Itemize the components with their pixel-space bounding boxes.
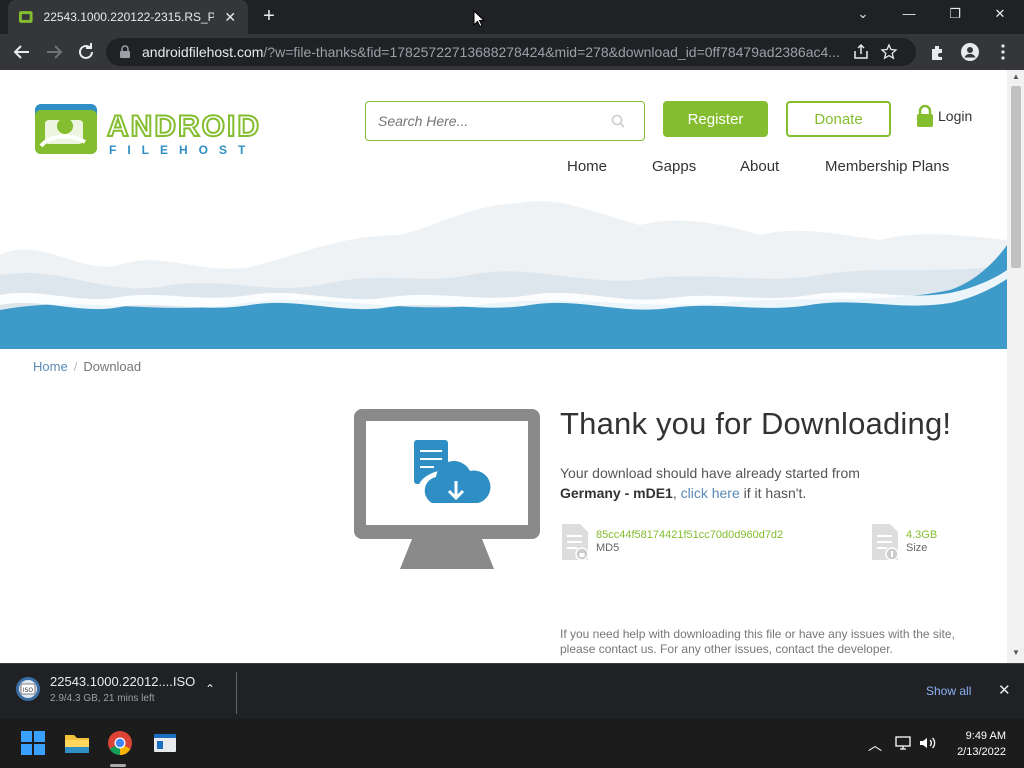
login-label: Login (938, 108, 973, 124)
tray-overflow-chevron-icon[interactable]: ︿ (868, 735, 882, 755)
browser-menu-icon[interactable] (993, 42, 1013, 62)
scrollbar-thumb[interactable] (1011, 86, 1021, 268)
md5-value: 85cc44f58174421f51cc70d0d960d7d2 (596, 529, 784, 541)
click-here-link[interactable]: click here (681, 485, 740, 501)
bookmark-star-icon[interactable] (880, 43, 898, 61)
padlock-icon (917, 104, 933, 127)
breadcrumb-separator: / (73, 359, 78, 374)
cloud-wave-banner (0, 195, 1007, 349)
mirror-location: Germany - mDE1 (560, 485, 673, 501)
forward-icon[interactable] (42, 40, 66, 64)
svg-text:ISO: ISO (23, 687, 34, 694)
nav-home[interactable]: Home (567, 158, 607, 175)
extensions-icon[interactable] (928, 42, 948, 62)
md5-label: MD5 (596, 542, 620, 554)
browser-toolbar: androidfilehost.com/?w=file-thanks&fid=1… (0, 34, 1024, 70)
chrome-active-indicator (110, 764, 126, 767)
url-host: androidfilehost.com (142, 44, 264, 60)
profile-avatar-icon[interactable] (960, 42, 980, 62)
clock-time: 9:49 AM (965, 730, 1006, 742)
size-label: Size (906, 542, 928, 554)
shelf-divider (236, 672, 237, 714)
tab-close-icon[interactable]: ✕ (222, 9, 238, 26)
restore-icon[interactable]: ❐ (940, 6, 970, 22)
url-path: /?w=file-thanks&fid=17825722713688278424… (263, 44, 840, 60)
size-info: 4.3GB Size (870, 522, 937, 562)
file-explorer-icon[interactable] (63, 729, 91, 757)
minimize-icon[interactable]: — (894, 6, 924, 21)
download-options-chevron-icon[interactable]: ⌃ (205, 682, 215, 696)
show-all-downloads-link[interactable]: Show all (926, 684, 971, 698)
page-viewport: ANDROID FILEHOST Register Donate Login H… (0, 70, 1024, 663)
url-text[interactable]: androidfilehost.com/?w=file-thanks&fid=1… (142, 44, 842, 60)
nav-membership-plans[interactable]: Membership Plans (825, 158, 949, 175)
clock-date: 2/13/2022 (957, 746, 1006, 758)
page-scrollbar[interactable]: ▲ ▼ (1007, 70, 1024, 663)
back-icon[interactable] (10, 40, 34, 64)
windows-start-icon[interactable] (19, 729, 47, 757)
nav-gapps[interactable]: Gapps (652, 158, 696, 175)
register-button[interactable]: Register (663, 101, 768, 137)
breadcrumb-current: Download (83, 359, 142, 374)
download-item[interactable]: ISO 22543.1000.22012....ISO 2.9/4.3 GB, … (14, 674, 195, 704)
site-search[interactable] (365, 101, 645, 141)
windows-taskbar: ︿ 9:49 AM 2/13/2022 (0, 719, 1024, 768)
tab-title: 22543.1000.220122-2315.RS_PRE (43, 10, 215, 24)
search-icon[interactable] (610, 113, 626, 129)
taskbar-clock[interactable]: 9:49 AM 2/13/2022 (944, 728, 1006, 760)
androidfilehost-logo[interactable]: ANDROID FILEHOST (33, 100, 293, 160)
if-hasnt-text: if it hasn't. (743, 485, 807, 501)
md5-info: 85cc44f58174421f51cc70d0d960d7d2 MD5 (560, 522, 783, 562)
size-value: 4.3GB (906, 529, 938, 541)
breadcrumb: Home / Download (33, 359, 141, 374)
mouse-pointer-icon (473, 10, 485, 28)
help-text: If you need help with downloading this f… (560, 627, 955, 656)
volume-icon[interactable] (918, 735, 938, 751)
nav-about[interactable]: About (740, 158, 779, 175)
breadcrumb-home[interactable]: Home (33, 359, 68, 374)
new-tab-button[interactable]: + (258, 6, 280, 28)
scroll-down-arrow-icon[interactable]: ▼ (1011, 648, 1021, 657)
chrome-icon[interactable] (106, 729, 134, 757)
download-monitor-illustration (354, 409, 540, 569)
app-window-icon[interactable] (151, 729, 179, 757)
site-favicon-icon (18, 11, 33, 23)
download-status: 2.9/4.3 GB, 21 mins left (50, 693, 155, 704)
page-title: Thank you for Downloading! (560, 406, 952, 441)
close-shelf-icon[interactable]: ✕ (998, 681, 1011, 699)
share-icon[interactable] (852, 43, 870, 61)
download-started-message: Your download should have already starte… (560, 463, 960, 503)
file-size-icon (872, 524, 899, 561)
svg-text:FILEHOST: FILEHOST (109, 143, 256, 157)
search-input[interactable] (378, 113, 598, 129)
reload-icon[interactable] (74, 40, 98, 64)
lock-icon[interactable] (118, 45, 132, 59)
address-bar[interactable]: androidfilehost.com/?w=file-thanks&fid=1… (106, 38, 916, 66)
started-text: Your download should have already starte… (560, 465, 860, 481)
network-icon[interactable] (894, 735, 912, 751)
login-link[interactable]: Login (916, 104, 972, 128)
donate-button[interactable]: Donate (786, 101, 891, 137)
download-filename: 22543.1000.22012....ISO (50, 674, 196, 689)
iso-disc-icon: ISO (16, 677, 40, 701)
location-comma: , (672, 485, 677, 501)
file-hash-icon (562, 524, 589, 561)
downloads-shelf: ISO 22543.1000.22012....ISO 2.9/4.3 GB, … (0, 663, 1024, 719)
scroll-up-arrow-icon[interactable]: ▲ (1011, 72, 1021, 81)
close-window-icon[interactable]: ✕ (985, 6, 1015, 22)
svg-text:ANDROID: ANDROID (107, 110, 261, 143)
tab-search-chevron-icon[interactable]: ⌄ (848, 6, 878, 22)
tab-strip: 22543.1000.220122-2315.RS_PRE ✕ + ⌄ — ❐ … (0, 0, 1024, 34)
browser-tab[interactable]: 22543.1000.220122-2315.RS_PRE ✕ (8, 0, 248, 34)
